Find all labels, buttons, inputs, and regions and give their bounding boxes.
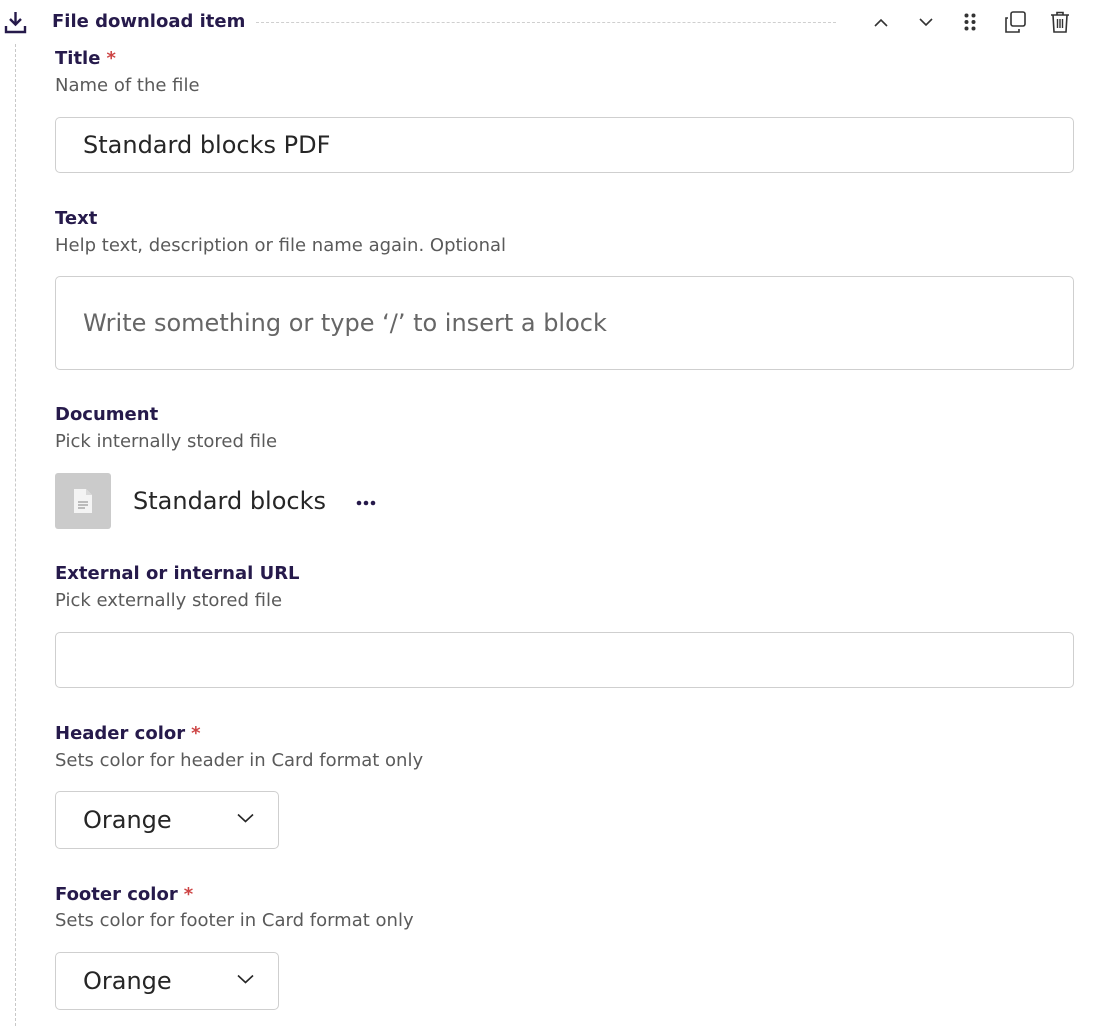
header-color-value: Orange: [83, 806, 172, 834]
footer-color-help: Sets color for footer in Card format onl…: [55, 910, 414, 931]
title-input-value: Standard blocks PDF: [83, 131, 331, 159]
header-color-help: Sets color for header in Card format onl…: [55, 750, 424, 771]
more-horizontal-icon: [356, 500, 376, 506]
file-download-block: File download item Title * Name of the f…: [0, 0, 1106, 1026]
document-thumbnail[interactable]: [55, 473, 111, 529]
text-editor[interactable]: Write something or type ‘/’ to insert a …: [55, 276, 1074, 370]
url-label: External or internal URL: [55, 563, 300, 584]
block-title: File download item: [52, 11, 246, 32]
footer-color-value: Orange: [83, 967, 172, 995]
chevron-down-icon: [237, 974, 254, 984]
duplicate-icon: [1005, 11, 1026, 33]
required-marker: *: [191, 723, 201, 744]
title-input[interactable]: Standard blocks PDF: [55, 117, 1074, 173]
trash-icon: [1051, 11, 1069, 33]
document-icon: [74, 489, 92, 513]
header-divider: [256, 22, 836, 23]
block-header: File download item: [0, 0, 1106, 44]
block-guide-line: [15, 44, 16, 1026]
header-color-label-text: Header color: [55, 723, 186, 744]
header-color-select[interactable]: Orange: [55, 791, 279, 849]
url-input[interactable]: [55, 632, 1074, 688]
required-marker: *: [183, 884, 194, 905]
title-help: Name of the file: [55, 75, 200, 96]
move-up-button[interactable]: [867, 8, 895, 36]
duplicate-button[interactable]: [1001, 8, 1029, 36]
document-help: Pick internally stored file: [55, 431, 278, 452]
chevron-down-icon: [919, 17, 933, 26]
delete-button[interactable]: [1046, 8, 1074, 36]
chevron-down-icon: [237, 813, 254, 823]
drag-handle[interactable]: [956, 8, 984, 36]
title-label-text: Title: [55, 48, 101, 69]
required-marker: *: [106, 48, 116, 69]
header-color-label: Header color *: [55, 722, 201, 746]
chevron-up-icon: [874, 18, 888, 27]
document-file-name[interactable]: Standard blocks: [133, 486, 326, 516]
drag-handle-icon: [964, 13, 976, 31]
text-label: Text: [55, 208, 98, 229]
move-down-button[interactable]: [912, 8, 940, 36]
text-help: Help text, description or file name agai…: [55, 235, 507, 256]
footer-color-select[interactable]: Orange: [55, 952, 279, 1010]
download-icon: [4, 12, 27, 34]
footer-color-label-text: Footer color: [55, 884, 178, 905]
document-actions-button[interactable]: [352, 489, 380, 517]
url-help: Pick externally stored file: [55, 590, 283, 611]
text-editor-placeholder: Write something or type ‘/’ to insert a …: [83, 309, 607, 337]
footer-color-label: Footer color *: [55, 883, 193, 907]
document-label: Document: [55, 404, 159, 425]
title-label: Title *: [55, 47, 116, 71]
